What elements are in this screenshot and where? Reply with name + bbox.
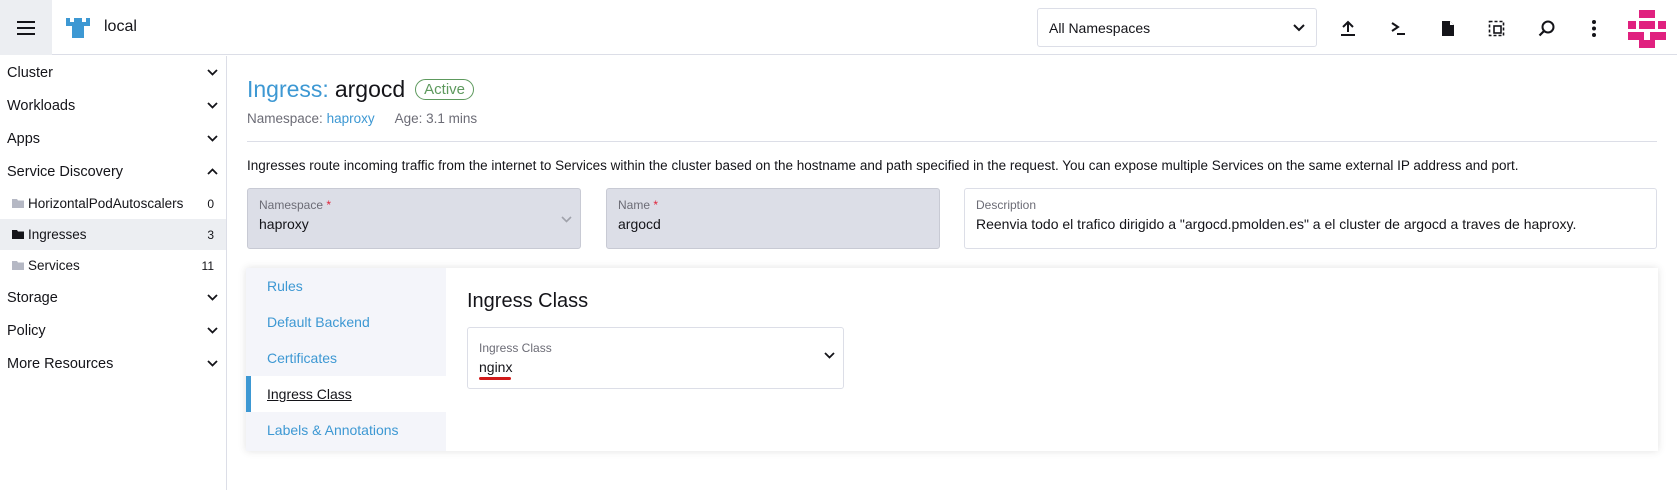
section-title: Ingress Class [467,290,589,312]
sidebar-item-count: 11 [201,258,214,273]
namespace-meta-link[interactable]: haproxy [327,111,375,126]
copy-config-icon [1488,20,1504,36]
resource-meta: Namespace: haproxy Age: 3.1 mins [247,111,477,126]
cluster-name[interactable]: local [104,18,137,36]
chevron-up-icon [207,168,218,175]
description-field-label: Description [976,198,1037,212]
more-vertical-icon [1592,19,1596,37]
copy-kubeconfig-button[interactable] [1484,16,1508,40]
sidebar-item-label: Services [28,258,80,273]
chevron-down-icon [207,327,218,334]
sidebar-item-ingresses[interactable]: Ingresses 3 [0,219,226,250]
name-field-value: argocd [618,216,661,232]
namespace-filter-select[interactable]: All Namespaces [1037,8,1317,47]
kubectl-shell-button[interactable] [1386,16,1410,40]
search-icon [1538,20,1554,36]
file-icon [1442,20,1454,36]
required-mark: * [326,198,332,212]
header-divider [247,141,1657,142]
page-title: Ingress: argocd Active [247,76,475,103]
cluster-logo-icon [66,18,90,38]
sidebar-group-label: Apps [7,130,41,147]
ingress-class-label: Ingress Class [479,341,552,355]
tab-rules[interactable]: Rules [246,268,446,304]
chevron-down-icon [207,135,218,142]
resource-kind-link[interactable]: Ingress: [247,76,329,103]
folder-icon [12,261,24,270]
ingress-class-select[interactable]: Ingress Class nginx [467,327,844,389]
sidebar-group-label: Workloads [7,97,76,114]
top-header: local All Namespaces [0,0,1677,55]
ingress-tabs-panel: Rules Default Backend Certificates Ingre… [246,268,1658,451]
name-field: Name * argocd [606,188,940,249]
sidebar-group-policy[interactable]: Policy [0,314,226,347]
sidebar-group-service-discovery[interactable]: Service Discovery [0,155,226,188]
tab-ingress-class[interactable]: Ingress Class [246,376,446,412]
name-field-label: Name [618,198,651,212]
ingress-class-value: nginx [479,359,513,375]
sidebar-item-services[interactable]: Services 11 [0,250,226,281]
menu-button[interactable] [0,0,52,55]
menu-icon [17,20,35,35]
upload-icon [1341,20,1355,36]
status-badge: Active [415,79,475,100]
tab-list: Rules Default Backend Certificates Ingre… [246,268,446,451]
tab-labels-annotations[interactable]: Labels & Annotations [246,412,446,448]
sidebar: Cluster Workloads Apps Service Discovery… [0,56,227,490]
terminal-icon [1391,22,1405,35]
sidebar-group-workloads[interactable]: Workloads [0,89,226,122]
description-field-value[interactable]: Reenvia todo el trafico dirigido a "argo… [976,216,1645,232]
resource-name: argocd [334,76,406,102]
more-actions-button[interactable] [1582,16,1606,40]
sidebar-group-storage[interactable]: Storage [0,281,226,314]
sidebar-group-apps[interactable]: Apps [0,122,226,155]
required-mark: * [653,198,659,212]
folder-open-icon [12,230,24,239]
sidebar-item-count: 0 [207,196,214,211]
chevron-down-icon [207,360,218,367]
chevron-down-icon [1293,23,1305,31]
sidebar-group-label: Storage [7,289,58,306]
import-yaml-button[interactable] [1336,16,1360,40]
sidebar-group-more-resources[interactable]: More Resources [0,347,226,380]
tab-default-backend[interactable]: Default Backend [246,304,446,340]
namespace-field: Namespace * haproxy [247,188,581,249]
chevron-down-icon [207,294,218,301]
namespace-meta-label: Namespace: [247,111,323,126]
chevron-down-icon [207,102,218,109]
age-meta: Age: 3.1 mins [394,111,478,126]
sidebar-item-label: HorizontalPodAutoscalers [28,196,184,211]
user-avatar[interactable] [1628,10,1666,48]
sidebar-group-label: Cluster [7,64,53,81]
sidebar-group-label: Policy [7,322,46,339]
chevron-down-icon [561,216,572,223]
sidebar-group-label: More Resources [7,355,114,372]
chevron-down-icon [824,352,835,359]
namespace-filter-value: All Namespaces [1049,19,1151,36]
spellcheck-underline [479,377,511,380]
sidebar-item-count: 3 [207,227,214,242]
sidebar-group-label: Service Discovery [7,163,124,180]
chevron-down-icon [207,69,218,76]
sidebar-group-cluster[interactable]: Cluster [0,56,226,89]
tab-certificates[interactable]: Certificates [246,340,446,376]
namespace-field-label: Namespace [259,198,324,212]
sidebar-item-horizontalpodautoscalers[interactable]: HorizontalPodAutoscalers 0 [0,188,226,219]
download-kubeconfig-button[interactable] [1436,16,1460,40]
sidebar-item-label: Ingresses [28,227,87,242]
search-button[interactable] [1534,16,1558,40]
ingress-class-tab-content: Ingress Class Ingress Class nginx [467,290,844,389]
folder-icon [12,199,24,208]
namespace-field-value: haproxy [259,216,309,232]
resource-description: Ingresses route incoming traffic from th… [247,158,1519,173]
description-field[interactable]: Description Reenvia todo el trafico diri… [964,188,1657,249]
